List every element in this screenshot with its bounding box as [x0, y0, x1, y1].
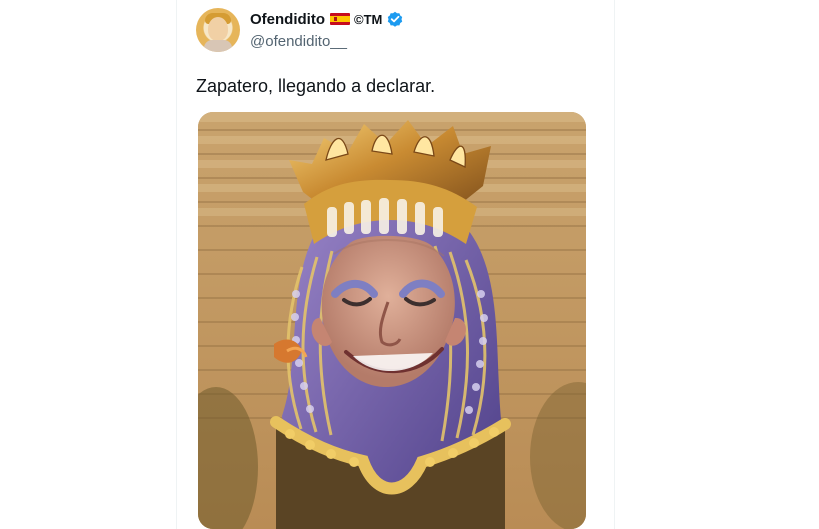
author-avatar[interactable]	[196, 8, 240, 52]
author-name-symbols: ©TM	[354, 11, 383, 27]
timeline-right-border	[614, 0, 615, 529]
avatar-face	[208, 17, 228, 41]
tweet-text: Zapatero, llegando a declarar.	[196, 76, 436, 96]
author-handle[interactable]: @ofendidito__	[250, 33, 347, 50]
avatar-body	[204, 40, 232, 52]
spain-flag-icon	[330, 13, 350, 25]
timeline-left-border	[176, 0, 177, 529]
tweet-media-image[interactable]	[198, 112, 586, 529]
author-name-row[interactable]: Ofendidito ©TM	[250, 9, 403, 29]
verified-badge-icon	[387, 11, 403, 27]
author-display-name[interactable]: Ofendidito	[250, 11, 325, 28]
